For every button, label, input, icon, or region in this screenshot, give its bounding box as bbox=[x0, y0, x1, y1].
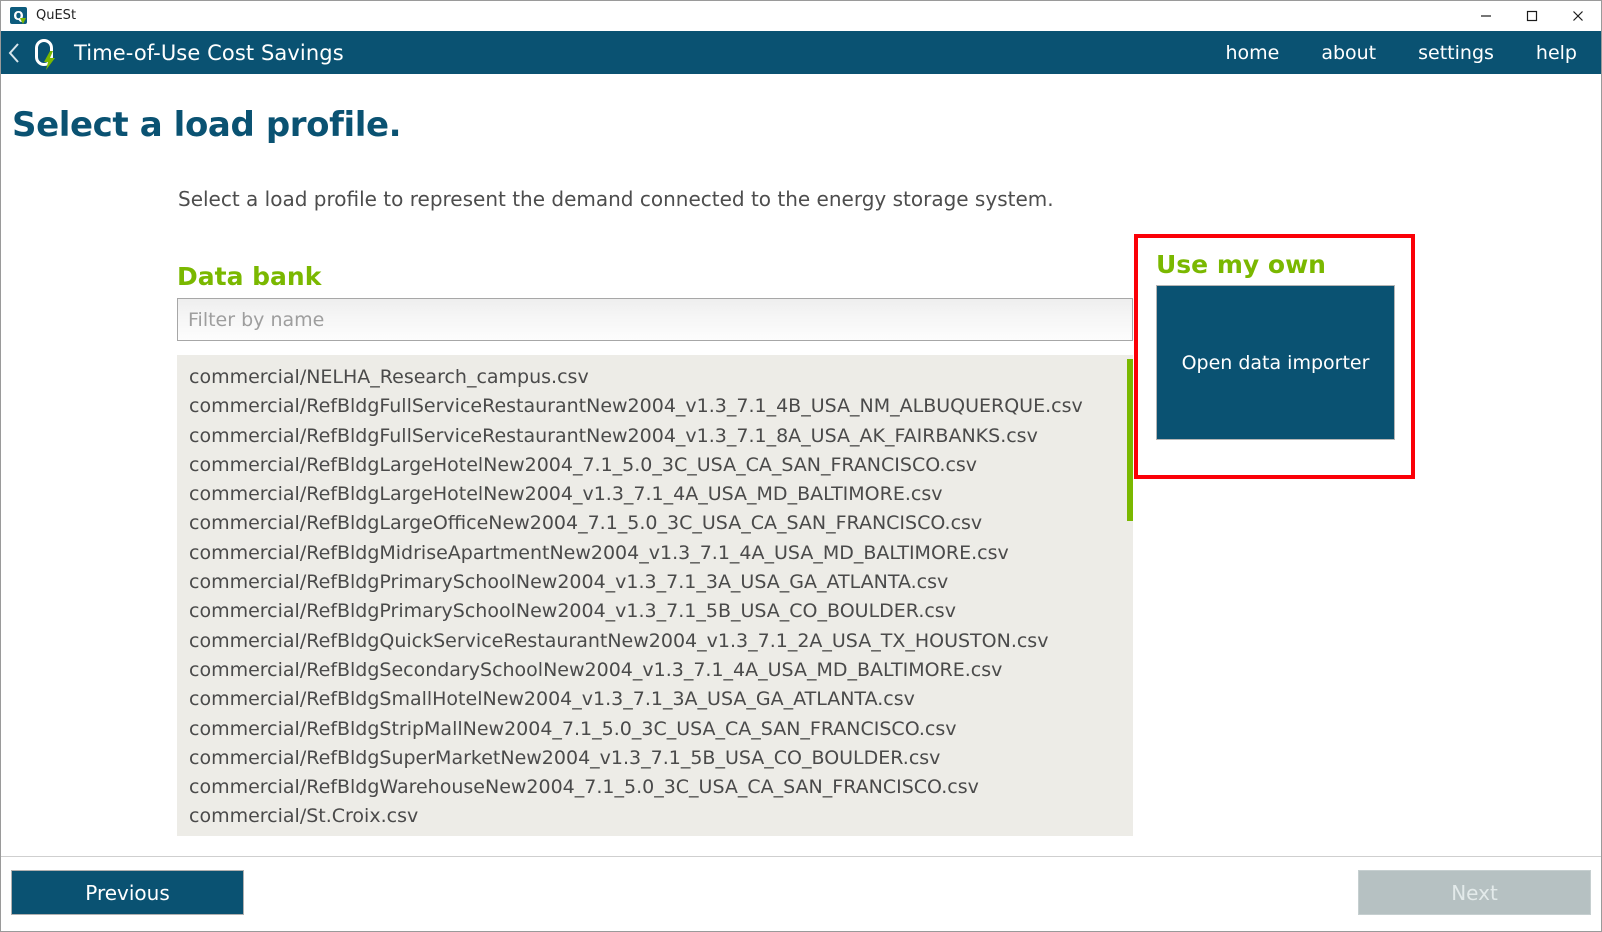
nav-item-about[interactable]: about bbox=[1300, 42, 1397, 64]
window-controls bbox=[1463, 1, 1601, 31]
nav-item-help[interactable]: help bbox=[1515, 42, 1583, 64]
use-my-own-heading: Use my own bbox=[1156, 250, 1326, 279]
quest-logo-icon: Q bbox=[10, 7, 27, 24]
list-item[interactable]: commercial/RefBldgLargeHotelNew2004_v1.3… bbox=[177, 480, 1133, 509]
page-title: Select a load profile. bbox=[12, 105, 402, 145]
chevron-left-icon[interactable] bbox=[1, 31, 27, 74]
nav-item-settings[interactable]: settings bbox=[1397, 42, 1515, 64]
app-nav: home about settings help bbox=[1204, 42, 1583, 64]
list-item[interactable]: commercial/RefBldgStripMallNew2004_7.1_5… bbox=[177, 715, 1133, 744]
list-item[interactable]: commercial/RefBldgQuickServiceRestaurant… bbox=[177, 627, 1133, 656]
list-item[interactable]: commercial/NELHA_Research_campus.csv bbox=[177, 363, 1133, 392]
list-item[interactable]: commercial/RefBldgSuperMarketNew2004_v1.… bbox=[177, 744, 1133, 773]
minimize-icon[interactable] bbox=[1463, 1, 1509, 31]
list-item[interactable]: commercial/RefBldgLargeOfficeNew2004_7.1… bbox=[177, 509, 1133, 538]
load-profile-list: commercial/NELHA_Research_campus.csv comm… bbox=[177, 355, 1133, 836]
app-title: Time-of-Use Cost Savings bbox=[74, 40, 344, 65]
window-titlebar: Q QuESt bbox=[1, 1, 1601, 31]
list-item[interactable]: commercial/RefBldgLargeHotelNew2004_7.1_… bbox=[177, 451, 1133, 480]
quest-logo-icon bbox=[28, 31, 62, 74]
nav-item-home[interactable]: home bbox=[1204, 42, 1300, 64]
data-bank-section: Data bank commercial/NELHA_Research_camp… bbox=[177, 262, 1133, 836]
app-header-bar: Time-of-Use Cost Savings home about sett… bbox=[1, 31, 1601, 74]
list-item[interactable]: commercial/RefBldgPrimarySchoolNew2004_v… bbox=[177, 568, 1133, 597]
list-item[interactable]: commercial/RefBldgMidriseApartmentNew200… bbox=[177, 539, 1133, 568]
list-item[interactable]: commercial/RefBldgFullServiceRestaurantN… bbox=[177, 422, 1133, 451]
list-item[interactable]: commercial/RefBldgPrimarySchoolNew2004_v… bbox=[177, 597, 1133, 626]
list-item[interactable]: commercial/RefBldgWarehouseNew2004_7.1_5… bbox=[177, 773, 1133, 802]
close-icon[interactable] bbox=[1555, 1, 1601, 31]
previous-button[interactable]: Previous bbox=[11, 870, 244, 915]
list-scrollbar-thumb[interactable] bbox=[1127, 359, 1133, 521]
data-bank-heading: Data bank bbox=[177, 262, 322, 291]
page-description: Select a load profile to represent the d… bbox=[178, 187, 1054, 211]
list-item[interactable]: commercial/St.Croix.csv bbox=[177, 802, 1133, 831]
main-content: Select a load profile. Select a load pro… bbox=[1, 74, 1601, 856]
list-scrollbar-track[interactable] bbox=[1127, 355, 1133, 836]
open-data-importer-button[interactable]: Open data importer bbox=[1156, 285, 1395, 440]
list-item[interactable]: commercial/RefBldgFullServiceRestaurantN… bbox=[177, 392, 1133, 421]
list-item[interactable]: commercial/RefBldgSecondarySchoolNew2004… bbox=[177, 656, 1133, 685]
app-window: Q QuESt Time-of-Use Cost Savings home ab… bbox=[0, 0, 1602, 932]
load-profile-listbox[interactable]: commercial/NELHA_Research_campus.csv comm… bbox=[177, 355, 1133, 836]
next-button: Next bbox=[1358, 870, 1591, 915]
filter-by-name-input[interactable] bbox=[177, 298, 1133, 341]
footer-bar: Previous Next bbox=[1, 856, 1601, 931]
list-item[interactable]: commercial/RefBldgSmallHotelNew2004_v1.3… bbox=[177, 685, 1133, 714]
maximize-icon[interactable] bbox=[1509, 1, 1555, 31]
use-my-own-panel: Use my own Open data importer bbox=[1134, 234, 1415, 479]
window-title: QuESt bbox=[36, 8, 77, 23]
